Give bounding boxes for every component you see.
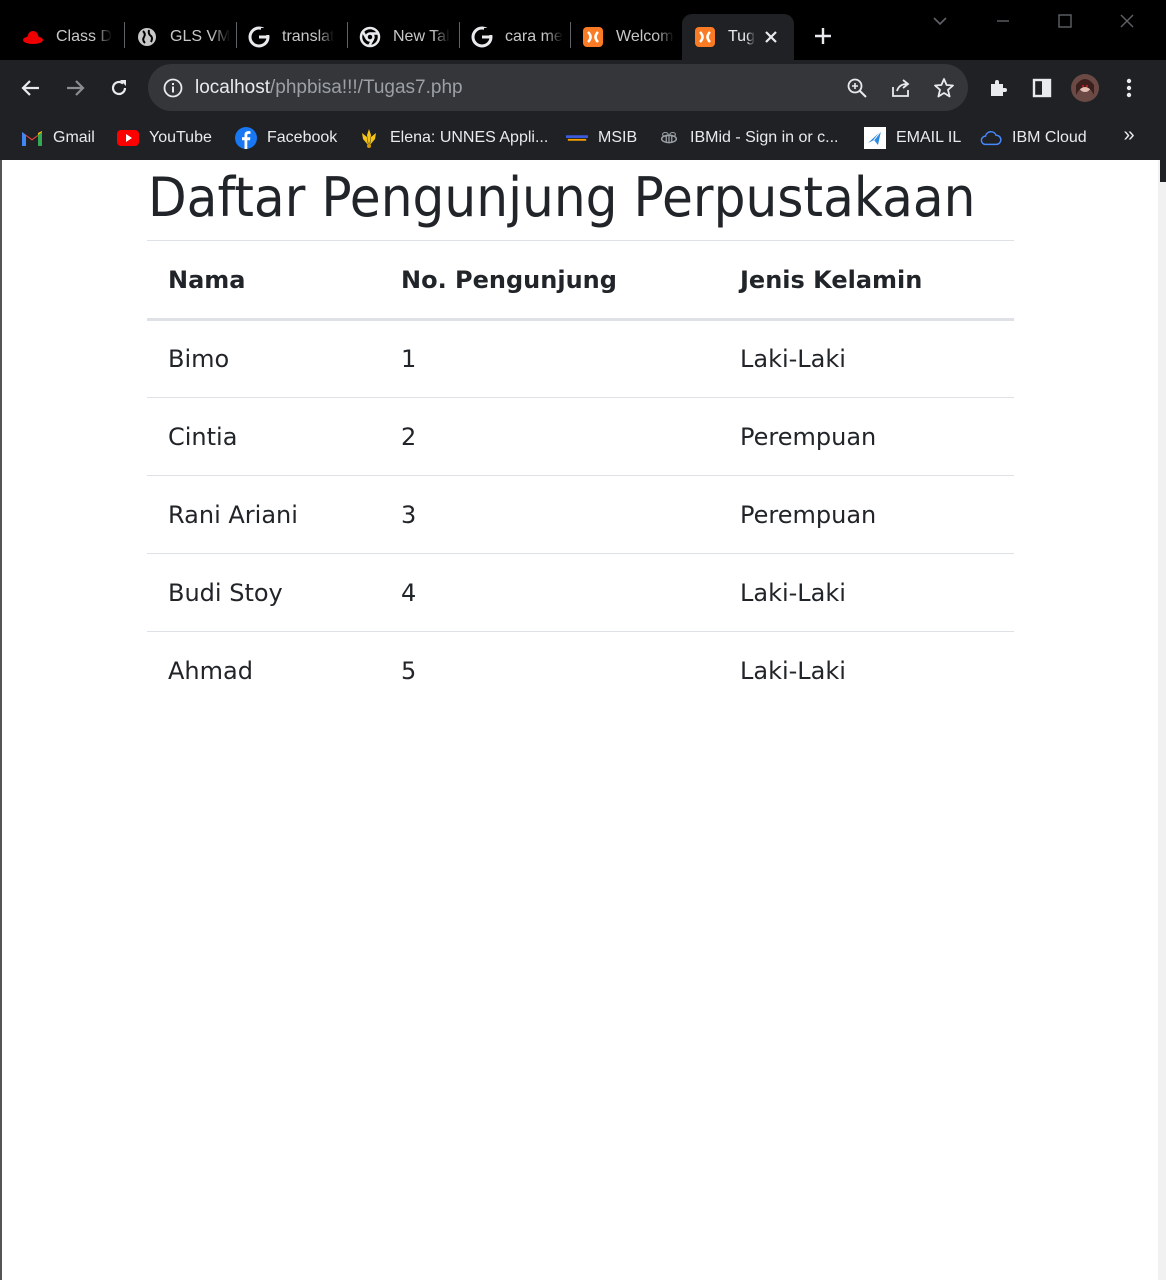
close-tab-icon[interactable]: [760, 26, 782, 48]
google-icon: [248, 26, 270, 48]
column-header-no-pengunjung: No. Pengunjung: [401, 265, 617, 294]
cell-nama: Ahmad: [168, 656, 253, 685]
forward-icon[interactable]: [59, 72, 91, 104]
bookmark-ibm-cloud[interactable]: IBM Cloud: [980, 123, 1087, 153]
tab-class[interactable]: Class D: [10, 14, 120, 60]
bookmark-youtube[interactable]: YouTube: [117, 123, 212, 153]
maximize-icon[interactable]: [1050, 6, 1080, 36]
cell-nama: Cintia: [168, 422, 238, 451]
chevron-down-icon[interactable]: [925, 6, 955, 36]
site-info-icon[interactable]: [162, 77, 184, 99]
table-row: Ahmad 5 Laki-Laki: [147, 632, 1014, 710]
email-icon: [864, 127, 886, 149]
tab-welcome[interactable]: Welcom: [570, 14, 680, 60]
bookmark-label: Elena: UNNES Appli...: [390, 129, 549, 146]
xampp-icon: [582, 26, 604, 48]
google-icon: [471, 26, 493, 48]
redhat-icon: [22, 26, 44, 48]
avatar[interactable]: [1069, 72, 1101, 104]
xampp-icon: [694, 26, 716, 48]
bookmark-ibmid[interactable]: IBMid - Sign in or c...: [658, 123, 839, 153]
tab-new-tab[interactable]: New Tal: [347, 14, 457, 60]
tab-title: cara me: [505, 28, 563, 45]
tab-title: Class D: [56, 28, 113, 45]
bookmark-email-il[interactable]: EMAIL IL: [864, 123, 961, 153]
minimize-icon[interactable]: [988, 6, 1018, 36]
cloud-icon: [980, 127, 1002, 149]
youtube-icon: [117, 127, 139, 149]
bookmark-star-icon[interactable]: [931, 75, 957, 101]
tab-gls-vm[interactable]: GLS VM: [124, 14, 234, 60]
visitor-table: Nama No. Pengunjung Jenis Kelamin Bimo 1…: [147, 240, 1014, 710]
tab-cara[interactable]: cara me: [459, 14, 569, 60]
tab-translate[interactable]: translat: [236, 14, 346, 60]
scrollbar-thumb[interactable]: [1160, 160, 1166, 182]
back-icon[interactable]: [15, 72, 47, 104]
zoom-icon[interactable]: [844, 75, 870, 101]
menu-kebab-icon[interactable]: [1113, 72, 1145, 104]
bookmarks-overflow-button[interactable]: »: [1116, 120, 1142, 150]
tab-title: New Tal: [393, 28, 450, 45]
cell-no-pengunjung: 2: [401, 422, 417, 451]
bookmark-msib[interactable]: MSIB: [566, 123, 637, 153]
table-header-row: Nama No. Pengunjung Jenis Kelamin: [147, 240, 1014, 320]
extensions-icon[interactable]: [982, 72, 1014, 104]
bookmark-elena-unnes[interactable]: Elena: UNNES Appli...: [358, 123, 548, 153]
ibm-bee-icon: [658, 127, 680, 149]
new-tab-icon[interactable]: [808, 21, 838, 51]
cell-nama: Budi Stoy: [168, 578, 283, 607]
cell-jenis-kelamin: Perempuan: [740, 422, 877, 451]
facebook-icon: [235, 127, 257, 149]
globe-icon: [136, 26, 158, 48]
tab-title: Tug: [728, 28, 755, 45]
gmail-icon: [21, 127, 43, 149]
column-header-jenis-kelamin: Jenis Kelamin: [740, 265, 923, 294]
cell-no-pengunjung: 5: [401, 656, 417, 685]
cell-jenis-kelamin: Laki-Laki: [740, 656, 846, 685]
table-row: Budi Stoy 4 Laki-Laki: [147, 554, 1014, 632]
tab-tugas7-active[interactable]: Tug: [682, 14, 794, 60]
bookmark-facebook[interactable]: Facebook: [235, 123, 337, 153]
bookmarks-bar: Gmail YouTube Facebook Elena: UNNES Appl…: [0, 116, 1166, 160]
cell-nama: Bimo: [168, 345, 230, 373]
tab-title: translat: [282, 28, 335, 45]
address-path: /phpbisa!!!/Tugas7.php: [270, 77, 463, 98]
close-window-icon[interactable]: [1112, 6, 1142, 36]
browser-window-frame: Class D GLS VM translat New Tal cara me …: [0, 0, 1166, 160]
address-bar[interactable]: localhost/phpbisa!!!/Tugas7.php: [148, 64, 968, 111]
table-row: Cintia 2 Perempuan: [147, 398, 1014, 476]
share-icon[interactable]: [888, 75, 914, 101]
bookmark-label: EMAIL IL: [896, 129, 962, 146]
bookmark-label: IBM Cloud: [1012, 129, 1087, 146]
reload-icon[interactable]: [103, 72, 135, 104]
side-panel-icon[interactable]: [1026, 72, 1058, 104]
unnes-icon: [358, 127, 380, 149]
tab-title: GLS VM: [170, 28, 231, 45]
cell-nama: Rani Ariani: [168, 500, 298, 529]
bookmark-label: Gmail: [53, 129, 95, 146]
table-row: Bimo 1 Laki-Laki: [147, 320, 1014, 398]
chrome-icon: [359, 26, 381, 48]
bookmark-gmail[interactable]: Gmail: [21, 123, 95, 153]
address-host: localhost: [195, 77, 270, 98]
scrollbar[interactable]: [1158, 160, 1166, 1280]
page-title: Daftar Pengunjung Perpustakaan: [148, 166, 976, 229]
tab-strip: Class D GLS VM translat New Tal cara me …: [0, 0, 1166, 60]
bookmark-label: MSIB: [598, 129, 638, 146]
bookmark-label: Facebook: [267, 129, 338, 146]
cell-jenis-kelamin: Perempuan: [740, 500, 877, 529]
bookmark-label: IBMid - Sign in or c...: [690, 129, 839, 146]
msib-icon: [566, 127, 588, 149]
tab-title: Welcom: [616, 28, 674, 45]
table-row: Rani Ariani 3 Perempuan: [147, 476, 1014, 554]
bookmark-label: YouTube: [149, 129, 212, 146]
cell-jenis-kelamin: Laki-Laki: [740, 578, 846, 607]
cell-jenis-kelamin: Laki-Laki: [740, 345, 846, 373]
cell-no-pengunjung: 1: [401, 345, 417, 373]
cell-no-pengunjung: 4: [401, 578, 417, 607]
cell-no-pengunjung: 3: [401, 500, 417, 529]
address-url[interactable]: localhost/phpbisa!!!/Tugas7.php: [195, 77, 463, 99]
column-header-nama: Nama: [168, 265, 246, 294]
